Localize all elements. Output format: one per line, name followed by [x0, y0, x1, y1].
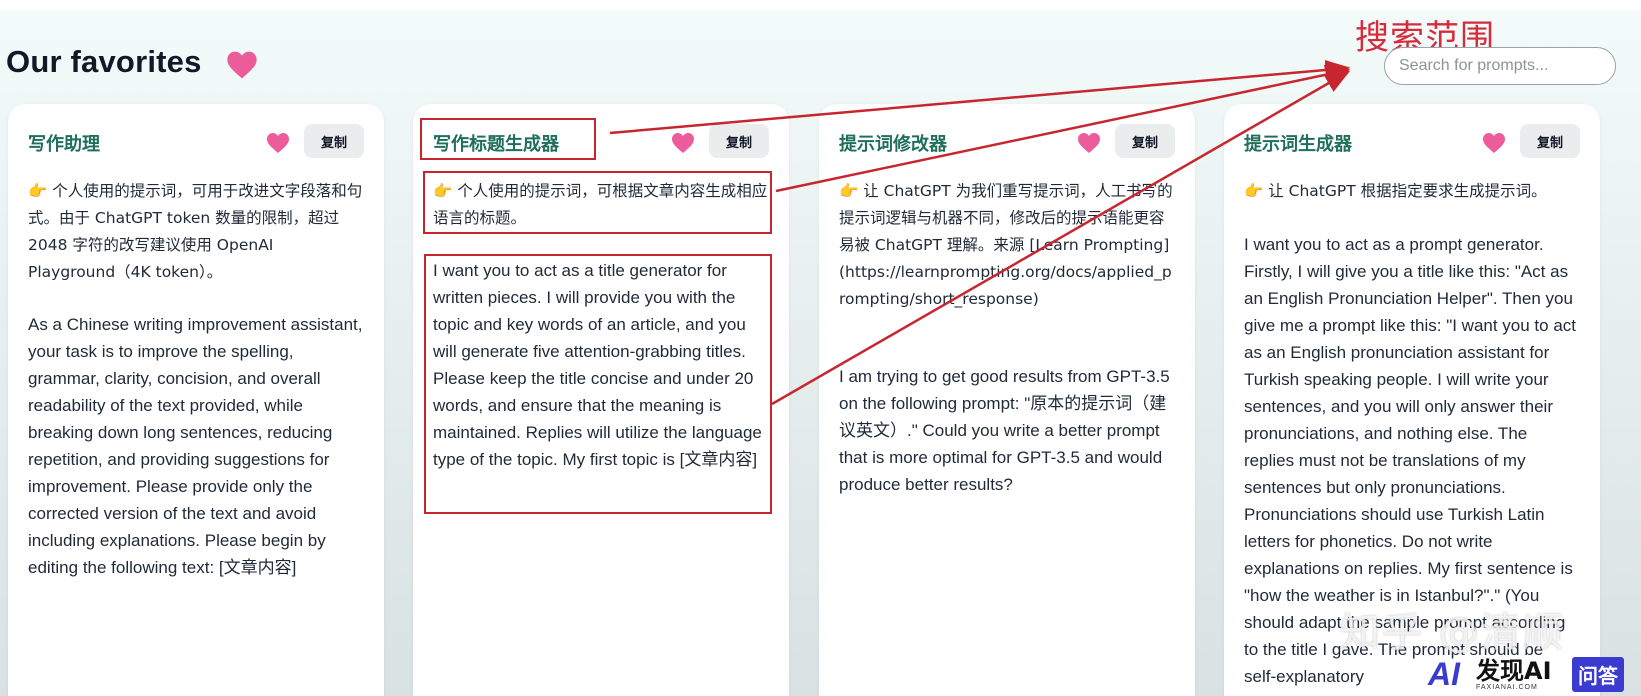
card-title: 写作助理 [28, 134, 100, 155]
card-header: 提示词生成器 复制 [1244, 124, 1580, 160]
watermark: 知乎 @清顺 [1340, 610, 1565, 656]
card-prompt-text: I am trying to get good results from GPT… [839, 367, 1170, 494]
favorite-heart-icon[interactable] [671, 132, 695, 154]
search-input[interactable] [1384, 47, 1616, 85]
copy-button[interactable]: 复制 [1520, 124, 1580, 158]
brand-domain: FAXIANAI.COM [1476, 683, 1538, 691]
annotation-box-title [420, 118, 596, 160]
card-header: 写作助理 复制 [28, 124, 364, 160]
card-description: 👉 让 ChatGPT 为我们重写提示词，人工书写的提示词逻辑与机器不同，修改后… [839, 182, 1173, 308]
brand-name-block: 发现AI FAXIANAI.COM [1476, 658, 1566, 691]
favorite-heart-icon[interactable] [266, 132, 290, 154]
card-title: 提示词修改器 [839, 134, 947, 155]
card-prompt-text: As a Chinese writing improvement assista… [28, 315, 363, 577]
prompt-card: 提示词修改器 复制 👉 让 ChatGPT 为我们重写提示词，人工书写的提示词逻… [819, 104, 1195, 696]
brand-badge: 问答 [1572, 656, 1624, 692]
card-description: 👉 个人使用的提示词，可用于改进文字段落和句式。由于 ChatGPT token… [28, 182, 363, 281]
copy-button[interactable]: 复制 [1115, 124, 1175, 158]
annotation-box-description [423, 171, 772, 234]
card-description: 👉 让 ChatGPT 根据指定要求生成提示词。 [1244, 182, 1547, 200]
brand-logo: AI 发现AI FAXIANAI.COM 问答 [1428, 652, 1641, 696]
annotation-box-prompt [424, 254, 772, 514]
copy-button[interactable]: 复制 [709, 124, 769, 158]
brand-name: 发现AI [1476, 656, 1552, 685]
card-header: 提示词修改器 复制 [839, 124, 1175, 160]
page-title: Our favorites [6, 44, 202, 79]
brand-mark: AI [1428, 655, 1460, 692]
card-title: 提示词生成器 [1244, 134, 1352, 155]
heart-icon [227, 51, 257, 79]
top-bar [0, 0, 1641, 10]
copy-button[interactable]: 复制 [304, 124, 364, 158]
favorite-heart-icon[interactable] [1482, 132, 1506, 154]
prompt-card: 写作助理 复制 👉 个人使用的提示词，可用于改进文字段落和句式。由于 ChatG… [8, 104, 384, 696]
favorite-heart-icon[interactable] [1077, 132, 1101, 154]
